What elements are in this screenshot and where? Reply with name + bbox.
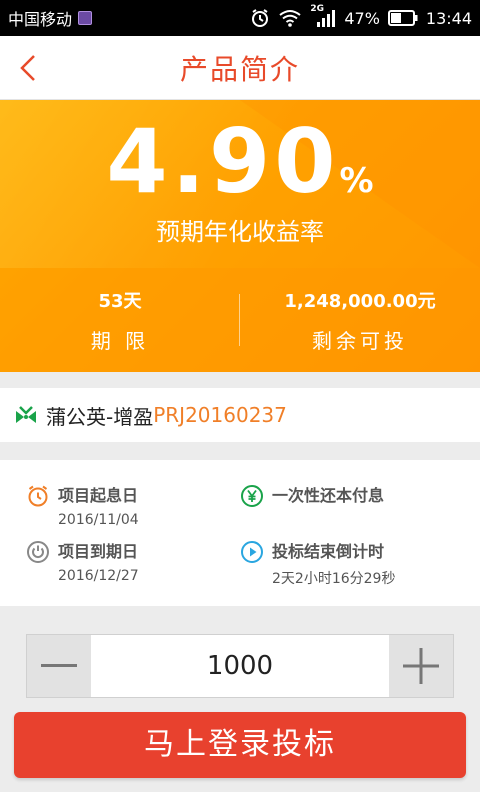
repay-item: 一次性还本付息 bbox=[240, 484, 384, 508]
end-date-value: 2016/12/27 bbox=[58, 568, 139, 584]
stats-divider bbox=[239, 294, 240, 346]
product-code: PRJ20160237 bbox=[153, 403, 287, 427]
increment-button[interactable] bbox=[389, 635, 453, 697]
bottom-edge bbox=[0, 792, 480, 800]
remaining-cell: 1,248,000.00元 剩余可投 bbox=[240, 268, 480, 372]
nav-bar: 产品简介 bbox=[0, 36, 480, 100]
decrement-button[interactable] bbox=[27, 635, 91, 697]
term-value: 53天 bbox=[98, 290, 142, 312]
end-date-item: 项目到期日 2016/12/27 bbox=[26, 540, 139, 584]
product-name: 蒲公英-增盈 bbox=[46, 404, 154, 429]
plus-icon bbox=[403, 648, 439, 684]
info-panel: 项目起息日 2016/11/04 一次性还本付息 项目到期日 2016/12/2… bbox=[0, 460, 480, 606]
signal-group: 2G bbox=[310, 4, 336, 28]
rate-label: 预期年化收益率 bbox=[156, 218, 324, 246]
power-clock-icon bbox=[27, 541, 49, 563]
remaining-value: 1,248,000.00元 bbox=[284, 290, 436, 312]
rate-display: 4.90% bbox=[0, 110, 480, 213]
hero-stats: 53天 期 限 1,248,000.00元 剩余可投 bbox=[0, 268, 480, 372]
amount-input[interactable]: 1000 bbox=[91, 635, 389, 697]
start-date-item: 项目起息日 2016/11/04 bbox=[26, 484, 139, 528]
start-date-value: 2016/11/04 bbox=[58, 512, 139, 528]
back-chevron-icon[interactable] bbox=[14, 52, 44, 84]
rate-unit: % bbox=[339, 161, 374, 201]
carrier-name: 中国移动 bbox=[8, 10, 73, 29]
login-invest-button[interactable]: 马上登录投标 bbox=[14, 712, 466, 778]
battery-percent: 47% bbox=[344, 8, 380, 28]
term-cell: 53天 期 限 bbox=[0, 268, 240, 372]
battery-icon bbox=[387, 10, 418, 26]
dandelion-logo-icon bbox=[16, 406, 36, 423]
gallery-notification-icon bbox=[78, 11, 93, 25]
status-bar: 中国移动 2G 47% 13:44 bbox=[0, 0, 480, 36]
play-circle-icon bbox=[241, 541, 263, 563]
page-title: 产品简介 bbox=[179, 52, 300, 86]
product-row: 蒲公英-增盈 PRJ20160237 bbox=[0, 388, 480, 442]
amount-stepper: 1000 bbox=[26, 634, 454, 698]
yen-icon bbox=[241, 485, 263, 507]
wifi-icon bbox=[279, 10, 301, 27]
remaining-label: 剩余可投 bbox=[312, 328, 408, 353]
repay-label: 一次性还本付息 bbox=[272, 486, 385, 505]
term-label: 期 限 bbox=[90, 328, 150, 353]
countdown-label: 投标结束倒计时 bbox=[272, 542, 385, 561]
countdown-item: 投标结束倒计时 2天2小时16分29秒 bbox=[240, 540, 395, 588]
alarm-icon bbox=[252, 9, 269, 27]
rate-value: 4.90 bbox=[106, 110, 340, 213]
carrier-group: 中国移动 bbox=[8, 6, 93, 30]
countdown-value: 2天2小时16分29秒 bbox=[272, 571, 396, 587]
rate-hero: 4.90% 预期年化收益率 53天 期 限 1,248,000.00元 剩余可投 bbox=[0, 100, 480, 372]
minus-icon bbox=[41, 664, 77, 667]
end-date-label: 项目到期日 bbox=[58, 542, 139, 561]
status-right: 2G 47% 13:44 bbox=[250, 4, 472, 28]
alarm-clock-icon bbox=[28, 485, 48, 507]
start-date-label: 项目起息日 bbox=[58, 486, 139, 505]
clock: 13:44 bbox=[425, 8, 472, 28]
signal-icon bbox=[317, 10, 336, 27]
